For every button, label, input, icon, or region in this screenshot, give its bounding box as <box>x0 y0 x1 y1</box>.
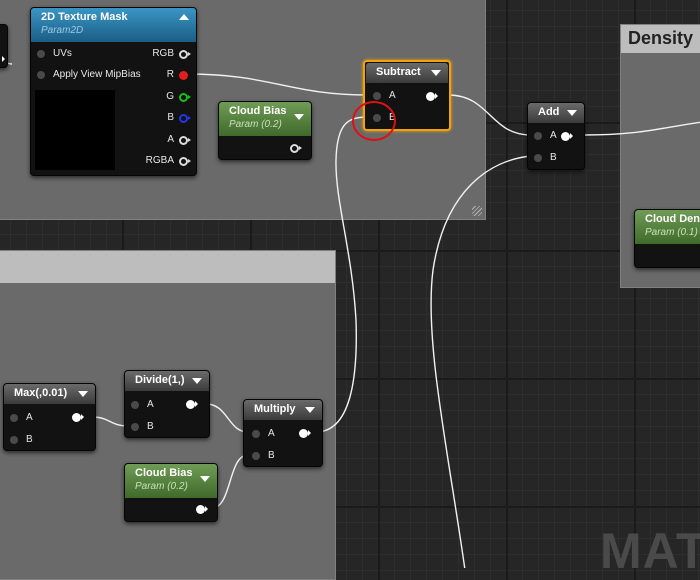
collapse-chevron-icon[interactable] <box>78 391 88 397</box>
output-pin-rgba[interactable] <box>179 157 191 166</box>
input-pin-a[interactable] <box>10 414 18 422</box>
node-title: Cloud Bias <box>229 105 287 117</box>
collapse-chevron-icon[interactable] <box>200 476 210 482</box>
collapse-chevron-icon[interactable] <box>294 114 304 120</box>
collapse-chevron-icon[interactable] <box>431 70 441 76</box>
pin-label-b: B <box>26 434 33 445</box>
output-pin[interactable] <box>299 429 311 438</box>
output-pin-rgb[interactable] <box>179 50 191 59</box>
pin-label-g: G <box>166 91 174 102</box>
node-title: 2D Texture Mask <box>41 11 128 23</box>
wire-add-out-right <box>582 121 700 136</box>
node-title: Add <box>538 106 560 118</box>
wire-divide-to-multiply <box>205 403 249 433</box>
node-header: Subtract <box>366 63 448 83</box>
node-title: Divide(1,) <box>135 374 185 386</box>
wire-max-to-divide <box>91 416 129 427</box>
collapse-chevron-icon[interactable] <box>192 378 202 384</box>
node-title: Cloud Dens <box>645 213 700 225</box>
wire-down-to-add-b <box>430 155 532 568</box>
input-pin-mipbias[interactable] <box>37 71 45 79</box>
node-subtitle: Param (0.2) <box>229 119 282 130</box>
pin-label-a: A <box>550 130 557 141</box>
node-header: Cloud Bias Param (0.2) <box>219 102 311 136</box>
collapse-chevron-icon[interactable] <box>567 110 577 116</box>
input-pin-b[interactable] <box>252 452 260 460</box>
output-pin-b[interactable] <box>179 114 191 123</box>
pin-label-a: A <box>268 428 275 439</box>
pin-label-b: B <box>268 450 275 461</box>
node-cloud-bias-bottom[interactable]: Cloud Bias Param (0.2) <box>124 463 218 522</box>
node-title: Max(,0.01) <box>14 387 68 399</box>
wire-subtract-to-add-a <box>447 94 532 136</box>
output-pin[interactable] <box>426 92 438 101</box>
node-subtitle: Param (0.1) <box>645 227 698 238</box>
pin-label-a: A <box>389 90 396 101</box>
pin-label-uvs: UVs <box>53 48 72 59</box>
node-offscreen-left[interactable] <box>0 24 8 68</box>
pin-label-b: B <box>147 421 154 432</box>
input-pin-b[interactable] <box>10 436 18 444</box>
input-pin-a[interactable] <box>131 401 139 409</box>
output-pin-a[interactable] <box>179 136 191 145</box>
pin-label-a: A <box>147 399 154 410</box>
pin-label-r: R <box>166 69 174 80</box>
input-pin-uvs[interactable] <box>37 50 45 58</box>
input-pin-b[interactable] <box>131 423 139 431</box>
node-texture-mask[interactable]: 2D Texture Mask Param2D UVs Apply View M… <box>30 7 197 176</box>
input-pin-a[interactable] <box>534 132 542 140</box>
pin-label-b: B <box>550 152 557 163</box>
node-title: Cloud Bias <box>135 467 193 479</box>
highlight-circle <box>352 101 396 141</box>
node-subtitle: Param (0.2) <box>135 481 188 492</box>
output-pin[interactable] <box>561 132 573 141</box>
pin-label-rgb: RGB <box>152 48 174 59</box>
input-pin-a[interactable] <box>252 430 260 438</box>
output-pin[interactable] <box>186 400 198 409</box>
node-cloud-density[interactable]: Cloud Dens Param (0.1) <box>634 209 700 268</box>
node-header: Add <box>528 103 584 123</box>
input-pin-b[interactable] <box>534 154 542 162</box>
output-pin-g[interactable] <box>179 93 191 102</box>
node-header: Multiply <box>244 400 322 420</box>
pin-label-mipbias: Apply View MipBias <box>53 69 141 80</box>
node-header: Max(,0.01) <box>4 384 95 404</box>
node-multiply[interactable]: Multiply A B <box>243 399 323 467</box>
node-title: Multiply <box>254 403 296 415</box>
node-subtitle: Param2D <box>41 25 84 36</box>
output-pin[interactable] <box>196 505 208 514</box>
pin-label-a: A <box>167 134 174 145</box>
node-add[interactable]: Add A B <box>527 102 585 170</box>
node-header: Cloud Dens Param (0.1) <box>635 210 700 244</box>
output-pin[interactable] <box>290 144 302 153</box>
node-max[interactable]: Max(,0.01) A B <box>3 383 96 451</box>
wire-r-to-subtract-a <box>187 73 369 96</box>
collapse-chevron-icon[interactable] <box>179 14 189 20</box>
texture-preview <box>35 90 115 170</box>
node-header: Cloud Bias Param (0.2) <box>125 464 217 498</box>
output-pin[interactable] <box>72 413 84 422</box>
node-title: Subtract <box>376 66 421 78</box>
node-cloud-bias-top[interactable]: Cloud Bias Param (0.2) <box>218 101 312 160</box>
node-header: Divide(1,) <box>125 371 209 391</box>
graph-watermark: MATE <box>600 523 700 579</box>
node-divide[interactable]: Divide(1,) A B <box>124 370 210 438</box>
pin-label-a: A <box>26 412 33 423</box>
input-pin-a[interactable] <box>373 92 381 100</box>
pin-label-b: B <box>167 112 174 123</box>
collapse-chevron-icon[interactable] <box>305 407 315 413</box>
wire-multiply-to-subtract-b <box>315 116 371 433</box>
output-pin-r[interactable] <box>179 71 188 80</box>
node-header: 2D Texture Mask Param2D <box>31 8 196 42</box>
pin-label-rgba: RGBA <box>145 155 174 166</box>
